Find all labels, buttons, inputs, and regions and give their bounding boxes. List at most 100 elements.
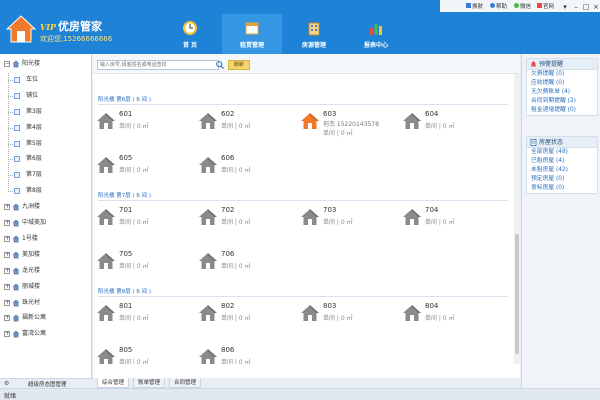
expand-icon[interactable]: + [4, 220, 10, 226]
bottom-tabs: 综合管理 账单管理 合同管理 [93, 378, 520, 388]
tree-floor[interactable]: 第5层 [0, 137, 91, 151]
nav-home[interactable]: 首 页 [160, 14, 220, 54]
floor-title: 阳光楼 第7层 ( 6 间 ) [98, 193, 152, 199]
room-tile[interactable]: 604 单间 | 0 ㎡ [402, 110, 502, 136]
tree-building[interactable]: + 中城美加 [0, 216, 91, 230]
room-tile[interactable]: 702 单间 | 0 ㎡ [198, 206, 298, 232]
tree-building[interactable]: + 龙光楼 [0, 264, 91, 278]
help-link[interactable]: 帮助 [496, 2, 507, 10]
tree-footer-label[interactable]: 超级房态图管理 [28, 380, 67, 388]
bottom-tab[interactable]: 综合管理 [97, 378, 130, 388]
minimize-icon[interactable]: – [571, 2, 581, 12]
tree-building[interactable]: + 福新公寓 [0, 311, 91, 325]
expand-icon[interactable]: + [4, 204, 10, 211]
help-icon [490, 3, 495, 8]
nav-reports[interactable]: 报表中心 [346, 14, 406, 54]
room-tile[interactable]: 801 单间 | 0 ㎡ [96, 302, 196, 328]
tree-floor[interactable]: 第4层 [0, 121, 91, 135]
room-info: 单间 | 0 ㎡ [425, 123, 455, 130]
tree-building[interactable]: + 富湾公寓 [0, 327, 91, 341]
collapse-icon[interactable]: − [4, 61, 10, 67]
gear-icon[interactable]: ⚙ [4, 380, 9, 387]
tree-building-label: 中城美加 [22, 219, 47, 226]
room-tile[interactable]: 701 单间 | 0 ㎡ [96, 206, 196, 232]
tree-floor[interactable]: 铺位 [0, 89, 91, 103]
tree-building[interactable]: + 九洲楼 [0, 200, 91, 214]
tree-building[interactable]: +1号楼 [0, 232, 91, 246]
search-input[interactable] [97, 60, 219, 70]
expand-icon[interactable]: + [4, 283, 10, 290]
room-tile[interactable]: 703 单间 | 0 ㎡ [300, 206, 400, 232]
vip-badge: VIP [40, 22, 56, 32]
floor-icon [14, 140, 20, 147]
tree-floor[interactable]: 第7层 [0, 168, 91, 182]
tree-building[interactable]: + 美加楼 [0, 248, 91, 262]
tree-floor[interactable]: 第3层 [0, 105, 91, 119]
room-status-item[interactable]: 已租房屋 (4) [527, 157, 597, 166]
tree-floor[interactable]: 车位 [0, 73, 91, 87]
maximize-icon[interactable]: □ [581, 2, 591, 12]
bottom-tab[interactable]: 合同管理 [169, 378, 202, 388]
website-link[interactable]: 官网 [543, 2, 554, 10]
room-tile[interactable]: 706 单间 | 0 ㎡ [198, 250, 298, 276]
app-logo-icon [6, 15, 36, 43]
room-tile[interactable]: 605 单间 | 0 ㎡ [96, 154, 196, 180]
room-tile[interactable]: 602 单间 | 0 ㎡ [198, 110, 298, 136]
reminder-item[interactable]: 合同到期提醒 (2) [527, 97, 597, 106]
tree-floor-label: 第6层 [26, 155, 42, 163]
reminder-item[interactable]: 无欠费账单 (4) [527, 88, 597, 97]
room-info: 单间 | 0 ㎡ [221, 359, 251, 364]
tree-building-label: 珠光村 [22, 298, 41, 306]
room-tile[interactable]: 802 单间 | 0 ㎡ [198, 302, 298, 328]
room-status-list: 全部房屋 (48) 已租房屋 (4) 未租房屋 (42) 预定房屋 (0) 意标房屋 (… [527, 148, 597, 193]
room-tile[interactable]: 603 何杰 15220143578 单间 | 0 ㎡ [300, 110, 400, 137]
tree-building-label: 1号楼 [22, 234, 38, 242]
menu-icon[interactable]: ▾ [560, 2, 570, 12]
room-tile[interactable]: 805 单间 | 0 ㎡ [96, 346, 196, 364]
property-tree: − 阳光楼 车位 铺位 第3层 第4层 第5层 第6层 第7层 第8层 + 九洲楼 + 中城美加 +1号楼 +… [0, 54, 92, 378]
room-tile[interactable]: 806 单间 | 0 ㎡ [198, 346, 298, 364]
floor-icon [14, 188, 20, 195]
scroll-thumb[interactable] [515, 234, 519, 354]
tree-floor[interactable]: 第8层 [0, 184, 91, 198]
nav-rental[interactable]: 租赁管理 [222, 14, 282, 54]
room-tile[interactable]: 704 单间 | 0 ㎡ [402, 206, 502, 232]
room-status-item[interactable]: 意标房屋 (0) [527, 184, 597, 193]
room-tile[interactable]: 606 单间 | 0 ㎡ [198, 154, 298, 180]
reminder-item[interactable]: 应收提醒 (0) [527, 79, 597, 88]
vacant-house-icon [97, 305, 115, 321]
tree-building-label: 美加楼 [22, 250, 41, 258]
room-status-item[interactable]: 预定房屋 (0) [527, 175, 597, 184]
room-tile[interactable]: 804 单间 | 0 ㎡ [402, 302, 502, 328]
nav-property[interactable]: 房源管理 [284, 14, 344, 54]
room-status-item[interactable]: 全部房屋 (48) [527, 148, 597, 157]
tree-building[interactable]: + 丽城楼 [0, 280, 91, 294]
tree-building[interactable]: − 阳光楼 [0, 57, 91, 71]
expand-icon[interactable]: + [4, 235, 10, 242]
room-number: 601 [119, 110, 133, 118]
close-icon[interactable]: × [591, 2, 600, 12]
reminder-item[interactable]: 欠费提醒 (0) [527, 70, 597, 79]
vertical-scrollbar[interactable] [514, 74, 520, 364]
expand-icon[interactable]: + [4, 267, 10, 274]
refresh-button[interactable]: 刷新 [228, 60, 250, 70]
tree-building[interactable]: + 珠光村 [0, 296, 91, 310]
search-icon[interactable] [215, 60, 225, 70]
room-tile[interactable]: 601 单间 | 0 ㎡ [96, 110, 196, 136]
expand-icon[interactable]: + [4, 331, 10, 338]
room-tile[interactable]: 705 单间 | 0 ㎡ [96, 250, 196, 276]
bottom-tab[interactable]: 账单管理 [133, 378, 166, 388]
expand-icon[interactable]: + [4, 315, 10, 322]
room-tile[interactable]: 803 单间 | 0 ㎡ [300, 302, 400, 328]
expand-icon[interactable]: + [4, 251, 10, 258]
room-info: 单间 | 0 ㎡ [119, 219, 149, 226]
building-icon [12, 60, 20, 68]
expand-icon[interactable]: + [4, 299, 10, 306]
wechat-link[interactable]: 微信 [520, 2, 531, 10]
reminders-header: 预警提醒 [527, 59, 597, 70]
reminder-item[interactable]: 租金递增提醒 (0) [527, 106, 597, 115]
room-status-item[interactable]: 未租房屋 (42) [527, 166, 597, 175]
skin-link[interactable]: 换肤 [472, 2, 483, 10]
tree-floor[interactable]: 第6层 [0, 152, 91, 166]
building-icon [12, 235, 20, 243]
